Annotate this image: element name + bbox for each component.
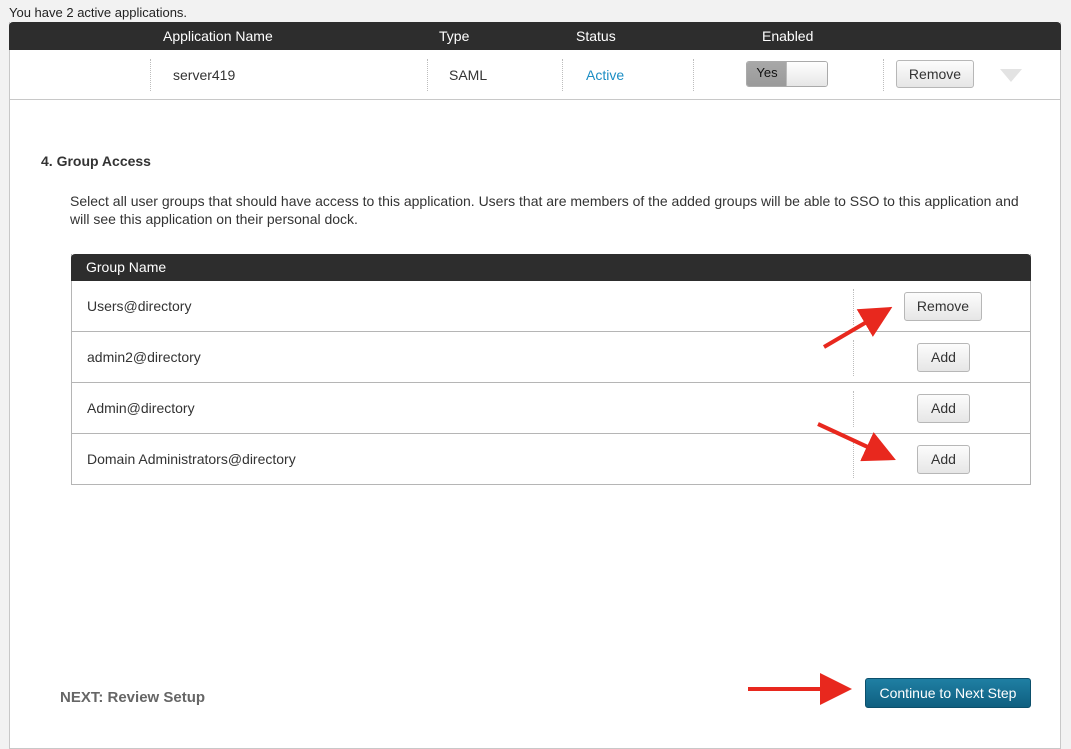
- column-divider: [150, 59, 151, 91]
- applications-table-header: Application Name Type Status Enabled: [9, 22, 1061, 50]
- group-access-title: 4. Group Access: [41, 153, 151, 169]
- column-enabled: Enabled: [762, 28, 814, 44]
- table-row: admin2@directory Add: [72, 332, 1030, 383]
- application-status: Active: [586, 67, 625, 83]
- remove-group-button[interactable]: Remove: [904, 292, 982, 321]
- enabled-toggle[interactable]: Yes: [746, 61, 828, 87]
- table-row: Admin@directory Add: [72, 383, 1030, 434]
- group-name-header: Group Name: [71, 254, 1031, 281]
- group-access-description: Select all user groups that should have …: [70, 193, 1019, 227]
- active-applications-summary: You have 2 active applications.: [9, 5, 188, 20]
- table-row: Domain Administrators@directory Add: [72, 434, 1030, 485]
- column-divider: [427, 59, 428, 91]
- column-divider: [562, 59, 563, 91]
- column-divider: [853, 442, 854, 478]
- group-name: Users@directory: [87, 298, 192, 314]
- chevron-down-icon[interactable]: [1000, 69, 1022, 82]
- column-divider: [853, 391, 854, 427]
- application-type: SAML: [449, 67, 488, 83]
- column-status: Status: [576, 28, 616, 44]
- column-divider: [693, 59, 694, 91]
- application-name: server419: [173, 67, 236, 83]
- column-divider: [853, 340, 854, 376]
- next-step-label: NEXT: Review Setup: [60, 689, 206, 706]
- application-row: server419 SAML Active Yes Remove: [10, 50, 1060, 100]
- enabled-toggle-knob: [786, 62, 827, 86]
- column-type: Type: [439, 28, 470, 44]
- group-name: Domain Administrators@directory: [87, 451, 296, 467]
- add-group-button[interactable]: Add: [917, 445, 970, 474]
- add-group-button[interactable]: Add: [917, 343, 970, 372]
- group-name: admin2@directory: [87, 349, 201, 365]
- table-row: Users@directory Remove: [72, 281, 1030, 332]
- enabled-toggle-label: Yes: [747, 62, 787, 86]
- application-panel: Application Name Type Status Enabled ser…: [9, 22, 1061, 749]
- column-divider: [853, 289, 854, 325]
- column-application-name: Application Name: [163, 28, 273, 44]
- continue-button[interactable]: Continue to Next Step: [865, 678, 1031, 708]
- group-table: Group Name Users@directory Remove admin2…: [71, 254, 1031, 485]
- add-group-button[interactable]: Add: [917, 394, 970, 423]
- remove-application-button[interactable]: Remove: [896, 60, 974, 88]
- column-divider: [883, 59, 884, 91]
- group-name: Admin@directory: [87, 400, 195, 416]
